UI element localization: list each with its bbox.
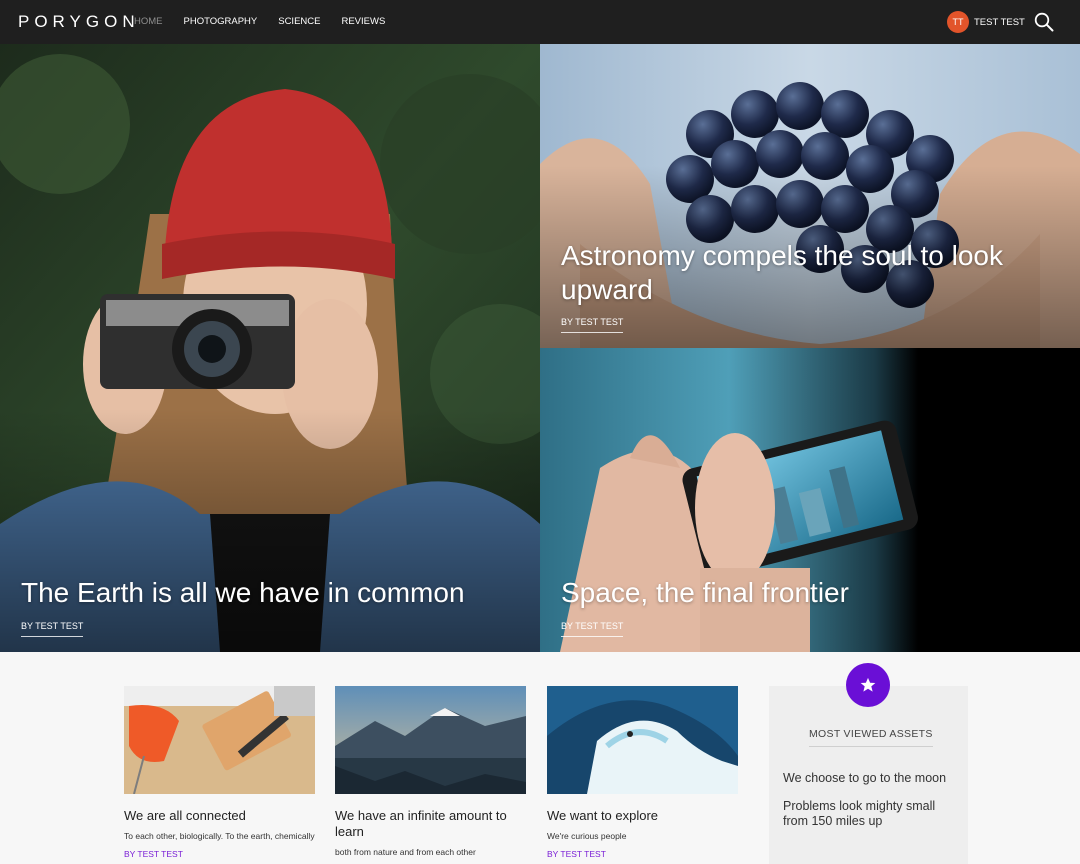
card-title[interactable]: We want to explore	[547, 808, 738, 824]
card-description: both from nature and from each other	[335, 847, 476, 857]
hero-astronomy-byline[interactable]: BY TEST TEST	[561, 317, 624, 333]
user-name[interactable]: TEST TEST	[974, 17, 1025, 28]
article-card: We are all connected To each other, biol…	[124, 686, 315, 859]
search-icon[interactable]	[1034, 12, 1054, 32]
top-navigation-bar: PORYGON HOME PHOTOGRAPHY SCIENCE REVIEWS…	[0, 0, 1080, 44]
site-logo[interactable]: PORYGON	[18, 12, 140, 32]
most-viewed-list: We choose to go to the moon Problems loo…	[783, 771, 958, 842]
hero-article-main[interactable]: The Earth is all we have in common BY TE…	[0, 44, 540, 652]
most-viewed-heading: MOST VIEWED ASSETS	[809, 728, 933, 747]
hero-astronomy-title[interactable]: Astronomy compels the soul to look upwar…	[561, 239, 1031, 307]
hero-main-title[interactable]: The Earth is all we have in common	[21, 576, 465, 610]
card-image[interactable]	[335, 686, 526, 794]
most-viewed-panel: MOST VIEWED ASSETS We choose to go to th…	[769, 686, 968, 864]
card-byline[interactable]: BY TEST TEST	[124, 849, 315, 859]
list-item[interactable]: Problems look mighty small from 150 mile…	[783, 799, 958, 829]
user-menu[interactable]: TT TEST TEST	[947, 11, 1025, 33]
list-item[interactable]: We choose to go to the moon	[783, 771, 958, 786]
hero-space-title[interactable]: Space, the final frontier	[561, 576, 849, 610]
nav-reviews[interactable]: REVIEWS	[341, 16, 385, 27]
card-title[interactable]: We are all connected	[124, 808, 315, 824]
article-card: We have an infinite amount to learn both…	[335, 686, 526, 858]
nav-photography[interactable]: PHOTOGRAPHY	[184, 16, 258, 27]
card-image[interactable]	[124, 686, 315, 794]
card-image[interactable]	[547, 686, 738, 794]
card-title[interactable]: We have an infinite amount to learn	[335, 808, 526, 840]
nav-science[interactable]: SCIENCE	[278, 16, 320, 27]
star-icon	[846, 663, 890, 707]
main-nav: HOME PHOTOGRAPHY SCIENCE REVIEWS	[134, 16, 406, 27]
hero-main-byline[interactable]: BY TEST TEST	[21, 621, 84, 637]
article-card: We want to explore We're curious people …	[547, 686, 738, 859]
card-description: To each other, biologically. To the eart…	[124, 831, 315, 841]
card-description: We're curious people	[547, 831, 627, 841]
hero-main-image	[0, 44, 540, 652]
hero-article-space[interactable]: Space, the final frontier BY TEST TEST	[540, 348, 1080, 652]
nav-home[interactable]: HOME	[134, 16, 163, 27]
avatar[interactable]: TT	[947, 11, 969, 33]
card-byline[interactable]: BY TEST TEST	[547, 849, 738, 859]
hero-article-astronomy[interactable]: Astronomy compels the soul to look upwar…	[540, 44, 1080, 348]
hero-space-byline[interactable]: BY TEST TEST	[561, 621, 624, 637]
